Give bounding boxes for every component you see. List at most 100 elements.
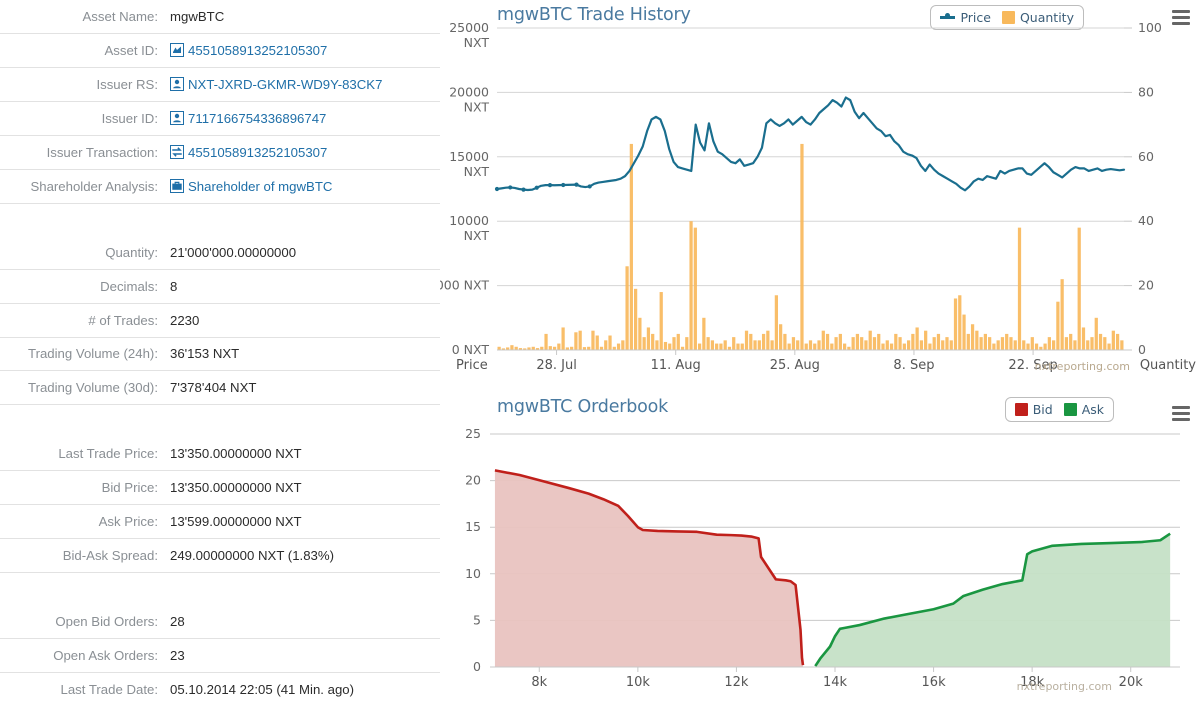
asset-info-panel: Asset Name:mgwBTCAsset ID:45510589132521…	[0, 0, 440, 705]
row-group-spacer	[0, 572, 440, 604]
quantity-bar	[719, 344, 722, 350]
quantity-bar	[1078, 228, 1081, 350]
quantity-bar	[741, 344, 744, 350]
info-row-link[interactable]: Shareholder of mgwBTC	[188, 179, 332, 194]
bid-area	[495, 470, 803, 667]
info-row-value[interactable]: NXT-JXRD-GKMR-WD9Y-83CK7	[168, 68, 440, 101]
info-row-value[interactable]: Shareholder of mgwBTC	[168, 169, 440, 202]
info-row-value: 13'350.00000000 NXT	[168, 437, 440, 470]
info-row-label: Last Trade Date:	[0, 672, 168, 705]
quantity-bar	[1014, 340, 1017, 350]
quantity-bar	[920, 340, 923, 350]
quantity-bar	[975, 331, 978, 350]
quantity-bar	[916, 327, 919, 350]
quantity-bar	[753, 340, 756, 350]
quantity-bar	[911, 334, 914, 350]
quantity-bar	[830, 344, 833, 350]
quantity-bar	[1035, 344, 1038, 350]
quantity-bar	[694, 228, 697, 350]
info-row-label: Shareholder Analysis:	[0, 169, 168, 202]
quantity-bar	[817, 340, 820, 350]
info-row-value: 8	[168, 269, 440, 302]
info-row-value[interactable]: 4551058913252105307	[168, 136, 440, 169]
x-tick-label: 20k	[1119, 675, 1144, 690]
user-icon	[170, 111, 184, 125]
orderbook-chart: mgwBTC Orderbook Bid Ask 05101520258k10k…	[440, 392, 1204, 705]
quantity-bar	[886, 340, 889, 350]
y2-tick-label: 0	[1138, 342, 1146, 357]
y-tick-label: 10	[465, 566, 481, 581]
quantity-bar	[775, 295, 778, 350]
y-tick-label: 25	[465, 426, 481, 441]
y2-tick-label: 20	[1138, 278, 1154, 293]
info-row: Last Trade Price:13'350.00000000 NXT	[0, 437, 440, 470]
quantity-bar	[1048, 337, 1051, 350]
quantity-bar	[664, 342, 667, 350]
quantity-bar	[843, 344, 846, 350]
quantity-bar	[783, 334, 786, 350]
quantity-bar	[1001, 337, 1004, 350]
info-row-label: Open Ask Orders:	[0, 638, 168, 671]
info-row: Last Trade Date:05.10.2014 22:05 (41 Min…	[0, 672, 440, 705]
quantity-bar	[1022, 340, 1025, 350]
info-row-value: 13'599.00000000 NXT	[168, 505, 440, 538]
price-point	[574, 183, 578, 187]
info-row: Trading Volume (30d):7'378'404 NXT	[0, 371, 440, 404]
asset-info-table: Asset Name:mgwBTCAsset ID:45510589132521…	[0, 0, 440, 705]
x-tick-label: 14k	[823, 675, 848, 690]
info-row-value: 28	[168, 604, 440, 637]
info-row-label: Bid Price:	[0, 471, 168, 504]
quantity-axis-title: Quantity	[1140, 358, 1196, 373]
y2-tick-label: 80	[1138, 84, 1154, 99]
quantity-bar	[860, 337, 863, 350]
x-tick-label: 8. Sep	[893, 358, 934, 373]
info-row-value: 2230	[168, 303, 440, 336]
trade-history-chart: mgwBTC Trade History Price Quantity 0 NX…	[440, 0, 1204, 392]
info-row: Decimals:8	[0, 269, 440, 302]
x-tick-label: 8k	[531, 675, 547, 690]
price-point	[495, 187, 499, 191]
info-row: # of Trades:2230	[0, 303, 440, 336]
quantity-bar	[736, 344, 739, 350]
info-row-value: mgwBTC	[168, 0, 440, 33]
quantity-bar	[685, 337, 688, 350]
quantity-bar	[677, 334, 680, 350]
info-row: Shareholder Analysis: Shareholder of mgwB…	[0, 169, 440, 202]
quantity-bar	[890, 344, 893, 350]
y-tick-label: 25000	[449, 20, 489, 35]
info-row: Open Bid Orders:28	[0, 604, 440, 637]
quantity-bar	[617, 344, 620, 350]
quantity-bar	[805, 344, 808, 350]
info-row-link[interactable]: 4551058913252105307	[188, 43, 327, 58]
quantity-bar	[638, 318, 641, 350]
quantity-bar	[954, 298, 957, 350]
info-row-value: 13'350.00000000 NXT	[168, 471, 440, 504]
quantity-bar	[625, 266, 628, 350]
quantity-bar	[672, 337, 675, 350]
quantity-bar	[660, 292, 663, 350]
info-row: Trading Volume (24h):36'153 NXT	[0, 337, 440, 370]
quantity-bar	[907, 340, 910, 350]
quantity-bar	[898, 337, 901, 350]
quantity-bar	[1082, 327, 1085, 350]
info-row-link[interactable]: 7117166754336896747	[188, 111, 326, 126]
quantity-bar	[549, 346, 552, 350]
quantity-bar	[702, 318, 705, 350]
info-row: Issuer RS:NXT-JXRD-GKMR-WD9Y-83CK7	[0, 68, 440, 101]
quantity-bar	[1086, 340, 1089, 350]
quantity-bar	[997, 340, 1000, 350]
quantity-bar	[1061, 279, 1064, 350]
info-row-link[interactable]: NXT-JXRD-GKMR-WD9Y-83CK7	[188, 77, 382, 92]
x-tick-label: 12k	[724, 675, 749, 690]
info-row-text: 05.10.2014 22:05 (41 Min. ago)	[170, 682, 354, 697]
quantity-bar	[698, 344, 701, 350]
info-row-label: Issuer Transaction:	[0, 136, 168, 169]
quantity-bar	[544, 334, 547, 350]
info-row-value[interactable]: 7117166754336896747	[168, 102, 440, 135]
x-tick-label: 10k	[626, 675, 651, 690]
info-row: Quantity:21'000'000.00000000	[0, 235, 440, 268]
info-row-value[interactable]: 4551058913252105307	[168, 34, 440, 67]
info-row-link[interactable]: 4551058913252105307	[188, 145, 327, 160]
quantity-bar	[834, 337, 837, 350]
watermark-orderbook: nxtreporting.com	[1017, 680, 1112, 693]
